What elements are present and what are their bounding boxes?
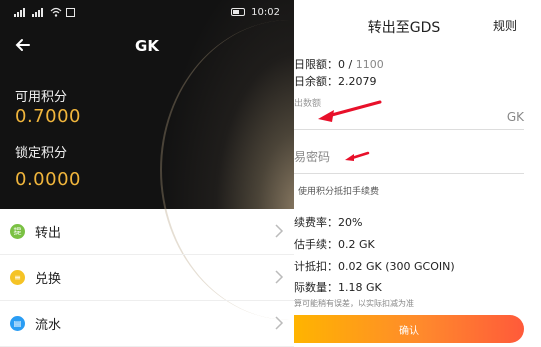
status-time: 10:02 bbox=[251, 6, 280, 18]
password-field[interactable]: 易密码 bbox=[294, 140, 524, 174]
action-menu: 提 转出 ≡ 兑换 ▤ 流水 bbox=[0, 209, 294, 347]
transfer-screen: 转出至GDS 规则 日限额：0 / 1100 日余额：2.2079 出数额 GK… bbox=[294, 0, 541, 347]
available-points-label: 可用积分 bbox=[15, 90, 68, 105]
menu-item-label: 流水 bbox=[35, 318, 62, 333]
signal-icon bbox=[32, 7, 46, 17]
menu-item-ledger[interactable]: ▤ 流水 bbox=[0, 301, 294, 347]
points-header: 10:02 GK 可用积分 0.7000 锁定积分 0.0000 bbox=[0, 0, 294, 320]
page-title: 转出至GDS bbox=[367, 20, 441, 36]
signal-icon bbox=[14, 7, 28, 17]
confirm-button[interactable]: 确认 bbox=[294, 315, 524, 343]
amount-unit: GK bbox=[506, 110, 524, 124]
exchange-icon: ≡ bbox=[10, 270, 25, 285]
annotation-arrow-icon bbox=[318, 100, 382, 122]
locked-points-value: 0.0000 bbox=[15, 169, 81, 190]
chevron-right-icon bbox=[275, 316, 284, 330]
available-points-value: 0.7000 bbox=[15, 106, 81, 127]
menu-item-label: 兑换 bbox=[35, 272, 62, 287]
estimated-fee: 估手续：0.2 GK bbox=[294, 238, 375, 251]
daily-remaining: 日余额：2.2079 bbox=[294, 75, 377, 88]
rules-link[interactable]: 规则 bbox=[493, 17, 517, 34]
menu-item-transfer[interactable]: 提 转出 bbox=[0, 209, 294, 255]
password-placeholder: 易密码 bbox=[294, 150, 331, 164]
locked-points-label: 锁定积分 bbox=[15, 146, 68, 161]
chevron-right-icon bbox=[275, 224, 284, 238]
nav-bar: GK bbox=[0, 32, 294, 62]
fee-rate: 续费率：20% bbox=[294, 216, 363, 229]
menu-item-label: 转出 bbox=[35, 226, 62, 241]
transfer-icon: 提 bbox=[10, 224, 25, 239]
deduction: 计抵扣：0.02 GK (300 GCOIN) bbox=[294, 260, 455, 273]
wifi-icon bbox=[50, 7, 62, 17]
battery-icon bbox=[231, 8, 246, 16]
nfc-icon bbox=[66, 7, 75, 17]
status-bar: 10:02 bbox=[0, 0, 294, 24]
menu-item-exchange[interactable]: ≡ 兑换 bbox=[0, 255, 294, 301]
page-title: GK bbox=[135, 37, 159, 55]
actual-amount: 际数量：1.18 GK bbox=[294, 281, 382, 294]
ledger-icon: ▤ bbox=[10, 316, 25, 331]
annotation-arrow-icon bbox=[345, 151, 370, 161]
use-points-option[interactable]: 使用积分抵扣手续费 bbox=[298, 184, 379, 197]
chevron-right-icon bbox=[275, 270, 284, 284]
screenshot-composite: 10:02 GK 可用积分 0.7000 锁定积分 0.0000 提 转出 ≡ bbox=[0, 0, 541, 347]
disclaimer-text: 算可能稍有误差，以实际扣减为准 bbox=[294, 299, 414, 308]
daily-limit: 日限额：0 / 1100 bbox=[294, 58, 384, 71]
points-screen: 10:02 GK 可用积分 0.7000 锁定积分 0.0000 提 转出 ≡ bbox=[0, 0, 294, 347]
